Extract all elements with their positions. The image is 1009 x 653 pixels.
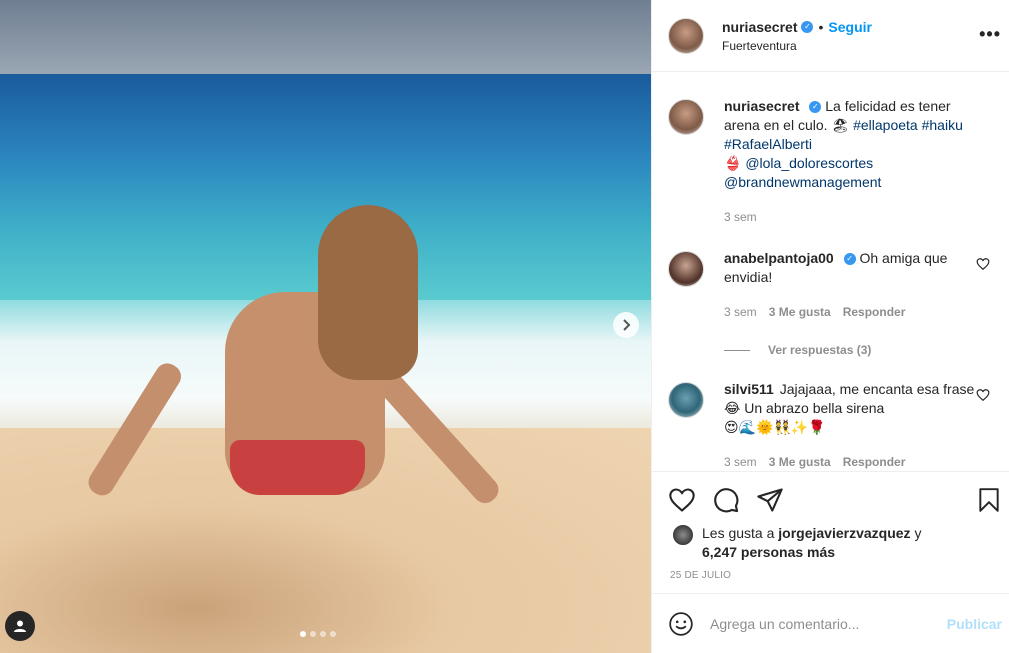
header-text: nuriasecret ✓ • Seguir Fuerteventura [722, 19, 872, 53]
comment-item: anabelpantoja00 ✓ Oh amiga que envidia! … [668, 249, 998, 322]
verified-icon: ✓ [809, 101, 822, 114]
caption-time[interactable]: 3 sem [724, 208, 757, 227]
reply-button[interactable]: Responder [843, 303, 906, 322]
carousel-dot [330, 631, 336, 637]
publish-button[interactable]: Publicar [947, 616, 1002, 632]
avatar[interactable] [668, 382, 704, 418]
comment-meta: 3 sem 3 Me gusta Responder [724, 303, 980, 322]
replies-divider [724, 349, 750, 351]
post-actions: Les gusta a jorgejavierzvazquez y 6,247 … [652, 471, 1009, 593]
comment-likes[interactable]: 3 Me gusta [769, 453, 831, 471]
carousel-dot-active [300, 631, 306, 637]
action-buttons [668, 486, 999, 516]
caption: nuriasecret ✓ La felicidad es tener aren… [668, 97, 998, 227]
comment-time[interactable]: 3 sem [724, 303, 757, 322]
comment-body: anabelpantoja00 ✓ Oh amiga que envidia! … [724, 249, 980, 322]
liker-username[interactable]: jorgejavierzvazquez [778, 525, 910, 541]
likes-middle: y [910, 525, 922, 541]
tagged-users-button[interactable] [5, 611, 35, 641]
share-icon[interactable] [756, 486, 784, 514]
mention-link[interactable]: @lola_dolorescortes [745, 155, 873, 171]
hashtag-link[interactable]: #haiku [922, 117, 963, 133]
comment-emojis: 😍🌊🌞👯✨🌹 [724, 419, 826, 435]
post-date[interactable]: 25 DE JULIO [670, 570, 731, 581]
post-header: nuriasecret ✓ • Seguir Fuerteventura ••• [652, 0, 1009, 72]
comments-list: nuriasecret ✓ La felicidad es tener aren… [652, 73, 1009, 471]
reply-button[interactable]: Responder [843, 453, 906, 471]
more-options-icon[interactable]: ••• [979, 24, 1001, 45]
verified-icon: ✓ [843, 253, 856, 266]
caption-body: nuriasecret ✓ La felicidad es tener aren… [724, 97, 980, 227]
caption-meta: 3 sem [724, 208, 980, 227]
comment-time[interactable]: 3 sem [724, 453, 757, 471]
chevron-right-icon [623, 319, 631, 331]
header-separator: • [818, 18, 824, 35]
image-bikini [230, 440, 365, 495]
likes-count[interactable]: 6,247 personas más [702, 544, 835, 560]
like-heart-icon[interactable] [668, 486, 696, 514]
next-slide-button[interactable] [613, 312, 639, 338]
emoji-icon[interactable] [668, 611, 694, 637]
likes-prefix: Les gusta a [702, 525, 779, 541]
hashtag-link[interactable]: #ellapoeta [853, 117, 918, 133]
view-replies-label: Ver respuestas (3) [768, 343, 872, 357]
heart-icon[interactable] [976, 388, 990, 402]
comment-body: silvi511 Jajajaaa, me encanta esa frase … [724, 380, 980, 471]
comment-likes[interactable]: 3 Me gusta [769, 303, 831, 322]
location-link[interactable]: Fuerteventura [722, 39, 872, 53]
comment-icon[interactable] [712, 486, 740, 514]
bikini-emoji: 👙 [724, 155, 742, 171]
likes-text: Les gusta a jorgejavierzvazquez y 6,247 … [702, 524, 921, 562]
mention-link[interactable]: @brandnewmanagement [724, 174, 881, 190]
heart-icon[interactable] [976, 257, 990, 271]
avatar[interactable] [672, 524, 694, 546]
carousel-dot [320, 631, 326, 637]
header-username[interactable]: nuriasecret [722, 19, 797, 35]
avatar[interactable] [668, 99, 704, 135]
likes-summary: Les gusta a jorgejavierzvazquez y 6,247 … [672, 524, 921, 562]
carousel-indicator [300, 631, 336, 637]
image-person-hair [318, 205, 418, 380]
avatar[interactable] [668, 251, 704, 287]
beach-emoji: 🏖 [831, 117, 850, 133]
follow-button[interactable]: Seguir [828, 19, 872, 35]
comment-meta: 3 sem 3 Me gusta Responder [724, 453, 980, 471]
post-details-panel: nuriasecret ✓ • Seguir Fuerteventura •••… [651, 0, 1009, 653]
add-comment-bar: Publicar [652, 593, 1009, 653]
view-replies-button[interactable]: Ver respuestas (3) [724, 343, 871, 357]
image-sky [0, 0, 651, 74]
comment-username[interactable]: silvi511 [724, 381, 774, 397]
comment-input[interactable] [710, 615, 920, 632]
verified-icon: ✓ [801, 20, 814, 33]
comment-item: silvi511 Jajajaaa, me encanta esa frase … [668, 380, 998, 471]
user-icon [14, 620, 26, 632]
post-image[interactable] [0, 0, 651, 653]
comment-username[interactable]: anabelpantoja00 [724, 250, 834, 266]
caption-username[interactable]: nuriasecret [724, 98, 799, 114]
hashtag-link[interactable]: #RafaelAlberti [724, 136, 812, 152]
carousel-dot [310, 631, 316, 637]
avatar[interactable] [668, 17, 704, 54]
bookmark-icon[interactable] [976, 486, 1002, 514]
